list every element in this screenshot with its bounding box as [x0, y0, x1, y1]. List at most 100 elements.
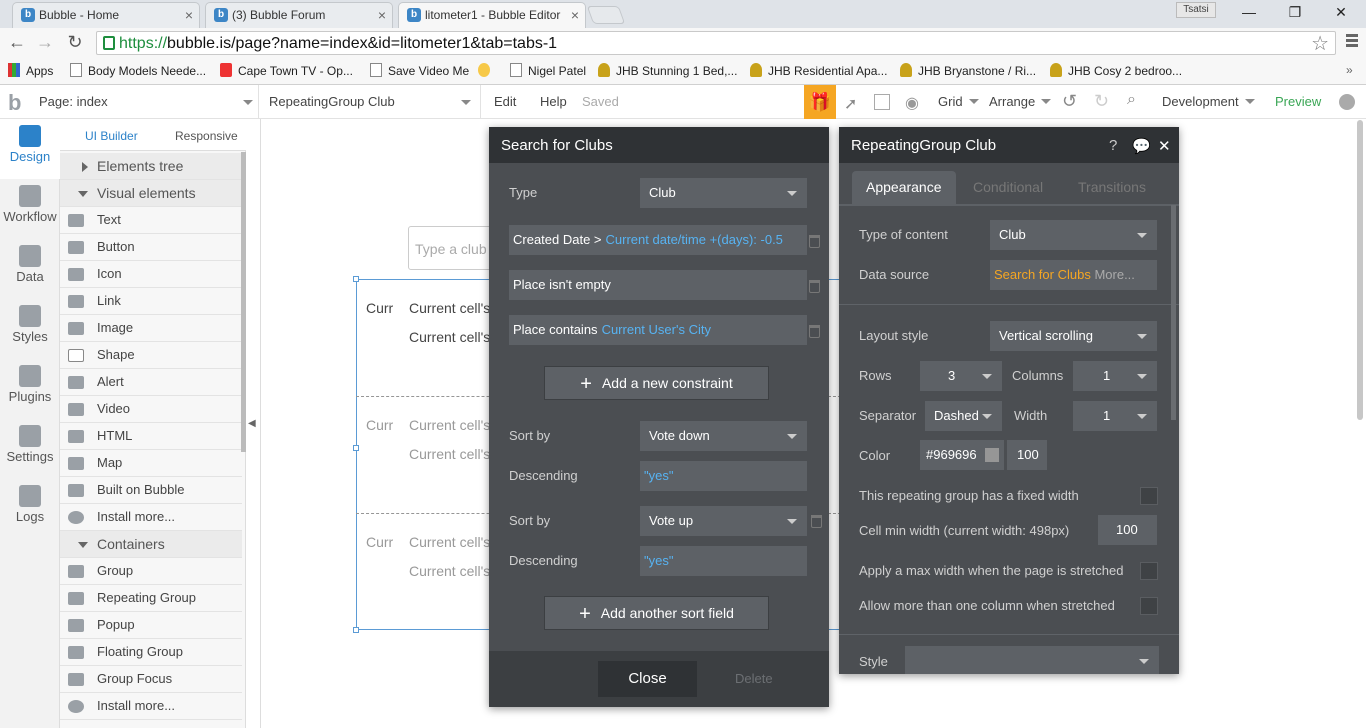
- data-source-field[interactable]: Search for Clubs More...: [990, 260, 1157, 290]
- browser-tab-home[interactable]: b Bubble - Home ×: [12, 2, 200, 28]
- layout-style-dropdown[interactable]: Vertical scrolling: [990, 321, 1157, 351]
- columns-dropdown[interactable]: 1: [1073, 361, 1157, 391]
- rail-styles[interactable]: Styles: [0, 299, 60, 359]
- trash-icon[interactable]: [809, 235, 820, 248]
- palette-alert[interactable]: Alert: [60, 369, 242, 396]
- sort-by-dropdown[interactable]: Vote down: [640, 421, 807, 451]
- close-tab-icon[interactable]: ×: [185, 3, 193, 27]
- address-bar[interactable]: https://bubble.is/page?name=index&id=lit…: [96, 31, 1336, 55]
- chevron-down-icon[interactable]: [461, 100, 471, 105]
- type-of-content-dropdown[interactable]: Club: [990, 220, 1157, 250]
- version-selector[interactable]: Development: [1162, 94, 1255, 109]
- tab-conditional[interactable]: Conditional: [959, 171, 1057, 204]
- bookmark-item[interactable]: Body Models Neede...: [70, 63, 206, 78]
- palette-icon[interactable]: Icon: [60, 261, 242, 288]
- palette-link[interactable]: Link: [60, 288, 242, 315]
- palette-repeating-group[interactable]: Repeating Group: [60, 585, 242, 612]
- bookmark-item[interactable]: JHB Bryanstone / Ri...: [900, 63, 1036, 78]
- rail-workflow[interactable]: Workflow: [0, 179, 60, 239]
- collapse-panel-icon[interactable]: ◀: [248, 418, 256, 429]
- descending-field[interactable]: "yes": [640, 461, 807, 491]
- arrange-menu[interactable]: Arrange: [989, 94, 1052, 109]
- close-icon[interactable]: ✕: [1158, 137, 1171, 155]
- bookmark-item[interactable]: Save Video Me: [370, 63, 469, 78]
- rail-design[interactable]: Design: [0, 119, 60, 179]
- resize-handle[interactable]: [353, 627, 359, 633]
- bookmark-item[interactable]: JHB Stunning 1 Bed,...: [598, 63, 737, 78]
- resize-handle[interactable]: [353, 445, 359, 451]
- add-constraint-button[interactable]: + Add a new constraint: [544, 366, 769, 400]
- palette-group-focus[interactable]: Group Focus: [60, 666, 242, 693]
- max-width-checkbox[interactable]: [1140, 562, 1158, 580]
- constraint-row[interactable]: Place isn't empty: [509, 270, 807, 300]
- club-search-input[interactable]: Type a club n: [408, 226, 498, 270]
- visual-elements-toggle[interactable]: Visual elements: [60, 180, 242, 207]
- palette-video[interactable]: Video: [60, 396, 242, 423]
- rail-logs[interactable]: Logs: [0, 479, 60, 539]
- palette-group[interactable]: Group: [60, 558, 242, 585]
- rail-data[interactable]: Data: [0, 239, 60, 299]
- add-sort-field-button[interactable]: + Add another sort field: [544, 596, 769, 630]
- type-dropdown[interactable]: Club: [640, 178, 807, 208]
- redo-icon[interactable]: ↻: [1094, 91, 1109, 112]
- trash-icon[interactable]: [811, 515, 822, 528]
- profile-name[interactable]: Tsatsi: [1176, 2, 1216, 18]
- minimize-icon[interactable]: —: [1226, 0, 1272, 26]
- palette-map[interactable]: Map: [60, 450, 242, 477]
- style-dropdown[interactable]: [905, 646, 1159, 674]
- tab-responsive[interactable]: Responsive: [175, 129, 238, 143]
- bookmark-item[interactable]: JHB Cosy 2 bedroo...: [1050, 63, 1182, 78]
- back-arrow-icon[interactable]: ←: [6, 31, 28, 53]
- browser-tab-editor[interactable]: b litometer1 - Bubble Editor ×: [398, 2, 586, 28]
- more-columns-checkbox[interactable]: [1140, 597, 1158, 615]
- fixed-width-checkbox[interactable]: [1140, 487, 1158, 505]
- forward-arrow-icon[interactable]: →: [34, 31, 56, 53]
- property-editor-scrollbar[interactable]: [1171, 205, 1176, 420]
- chevron-down-icon[interactable]: [243, 100, 253, 105]
- rows-dropdown[interactable]: 3: [920, 361, 1002, 391]
- search-icon[interactable]: ⌕: [1127, 91, 1136, 109]
- color-swatch[interactable]: [985, 448, 999, 462]
- close-tab-icon[interactable]: ×: [571, 3, 579, 27]
- tab-appearance[interactable]: Appearance: [852, 171, 956, 204]
- palette-install-more-containers[interactable]: Install more...: [60, 693, 242, 720]
- palette-install-more[interactable]: Install more...: [60, 504, 242, 531]
- rail-settings[interactable]: Settings: [0, 419, 60, 479]
- more-bookmarks-icon[interactable]: »: [1346, 63, 1353, 77]
- gift-icon[interactable]: 🎁: [804, 85, 836, 119]
- bookmark-apps[interactable]: Apps: [8, 63, 53, 78]
- close-tab-icon[interactable]: ×: [378, 3, 386, 27]
- browser-menu-icon[interactable]: [1346, 34, 1358, 50]
- constraint-row[interactable]: Created Date > Current date/time +(days):…: [509, 225, 807, 255]
- palette-popup[interactable]: Popup: [60, 612, 242, 639]
- grid-layout-icon[interactable]: [874, 94, 890, 110]
- palette-floating-group[interactable]: Floating Group: [60, 639, 242, 666]
- palette-built-on-bubble[interactable]: Built on Bubble: [60, 477, 242, 504]
- bookmark-item[interactable]: [478, 63, 496, 78]
- sort-by-dropdown[interactable]: Vote up: [640, 506, 807, 536]
- grid-menu[interactable]: Grid: [938, 94, 979, 109]
- palette-html[interactable]: HTML: [60, 423, 242, 450]
- palette-scrollbar[interactable]: [241, 152, 246, 452]
- bubble-logo-icon[interactable]: b: [8, 90, 21, 116]
- edit-menu[interactable]: Edit: [494, 94, 516, 109]
- tab-transitions[interactable]: Transitions: [1064, 171, 1160, 204]
- separator-dropdown[interactable]: Dashed: [925, 401, 1002, 431]
- help-menu[interactable]: Help: [540, 94, 567, 109]
- containers-toggle[interactable]: Containers: [60, 531, 242, 558]
- new-tab-button[interactable]: [586, 6, 626, 24]
- width-dropdown[interactable]: 1: [1073, 401, 1157, 431]
- constraint-row[interactable]: Place contains Current User's City: [509, 315, 807, 345]
- resize-handle[interactable]: [353, 276, 359, 282]
- trash-icon[interactable]: [809, 280, 820, 293]
- delete-button[interactable]: Delete: [735, 671, 773, 686]
- maximize-icon[interactable]: ❐: [1272, 0, 1318, 26]
- trash-icon[interactable]: [809, 325, 820, 338]
- reload-icon[interactable]: ↻: [64, 31, 86, 53]
- tab-ui-builder[interactable]: UI Builder: [85, 129, 138, 143]
- close-button[interactable]: Close: [598, 661, 697, 697]
- help-icon[interactable]: ?: [1109, 137, 1117, 154]
- rail-plugins[interactable]: Plugins: [0, 359, 60, 419]
- select-arrow-icon[interactable]: ➚: [844, 94, 857, 114]
- bookmark-item[interactable]: JHB Residential Apa...: [750, 63, 887, 78]
